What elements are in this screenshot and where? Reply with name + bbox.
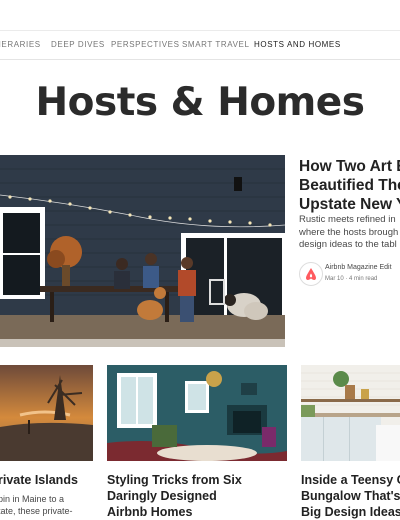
card-title-line[interactable]: Airbnb Homes	[107, 504, 242, 520]
nav-item-hosts-and-homes[interactable]: HOSTS AND HOMES	[254, 40, 341, 49]
card-image-kitchen[interactable]	[301, 365, 400, 461]
card-description-private-islands: pin in Maine to a tate, these private-	[0, 493, 73, 517]
author-name[interactable]: Airbnb Magazine Edit	[325, 264, 392, 271]
nav-item-perspectives[interactable]: PERSPECTIVES	[111, 40, 180, 49]
featured-description: Rustic meets refined in where the hosts …	[299, 214, 400, 252]
card-title-line[interactable]: rivate Islands	[0, 472, 78, 488]
page-title: Hosts & Homes	[35, 80, 365, 125]
featured-description-line: design ideas to the tabl	[299, 239, 397, 250]
nav-item-itineraries[interactable]: NERARIES	[0, 40, 41, 49]
card-title-styling-tricks[interactable]: Styling Tricks from Six Daringly Designe…	[107, 472, 242, 520]
section-nav: NERARIES DEEP DIVES PERSPECTIVES SMART T…	[0, 31, 400, 60]
featured-description-line: where the hosts brough	[299, 226, 399, 238]
featured-description-line: Rustic meets refined in	[299, 214, 396, 225]
nav-item-smart-travel[interactable]: SMART TRAVEL	[182, 40, 250, 49]
card-title-private-islands[interactable]: rivate Islands	[0, 472, 78, 488]
airbnb-logo-icon	[299, 262, 323, 286]
featured-title-line[interactable]: Beautified The	[299, 176, 400, 195]
card-description-line: tate, these private-	[0, 506, 73, 516]
card-title-line[interactable]: Styling Tricks from Six	[107, 472, 242, 488]
featured-image[interactable]	[0, 155, 285, 347]
top-bar	[0, 0, 400, 31]
featured-title[interactable]: How Two Art E Beautified The Upstate New…	[299, 157, 400, 214]
card-title-line[interactable]: Inside a Teensy C	[301, 472, 400, 488]
featured-title-line[interactable]: Upstate New Y	[299, 195, 400, 214]
card-title-line[interactable]: Bungalow That's I	[301, 488, 400, 504]
meta-separator: ·	[345, 276, 348, 282]
nav-item-deep-dives[interactable]: DEEP DIVES	[51, 40, 105, 49]
card-image-living-room[interactable]	[107, 365, 287, 461]
card-title-line[interactable]: Big Design Ideas	[301, 504, 400, 520]
card-image-island[interactable]	[0, 365, 93, 461]
post-meta: Mar 10 · 4 min read	[325, 276, 377, 282]
card-title-bungalow[interactable]: Inside a Teensy C Bungalow That's I Big …	[301, 472, 400, 520]
card-description-line: pin in Maine to a	[0, 494, 65, 504]
featured-title-line[interactable]: How Two Art E	[299, 157, 400, 176]
featured-author[interactable]: Airbnb Magazine Edit Mar 10 · 4 min read	[299, 262, 400, 288]
post-date: Mar 10	[325, 276, 344, 282]
card-title-line[interactable]: Daringly Designed	[107, 488, 242, 504]
read-time: 4 min read	[349, 276, 378, 282]
